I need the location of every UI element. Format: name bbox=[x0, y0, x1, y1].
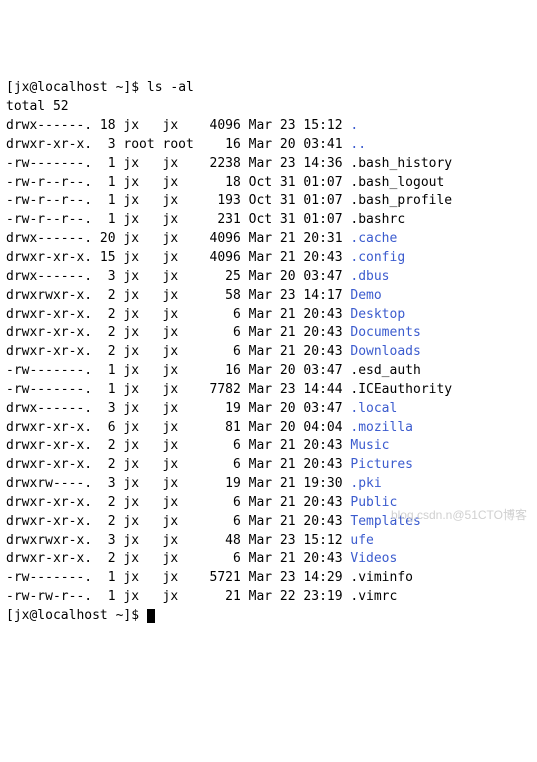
file-name: .bashrc bbox=[350, 212, 405, 227]
file-name: .local bbox=[350, 401, 397, 416]
file-name: .cache bbox=[350, 231, 397, 246]
file-name: .dbus bbox=[350, 269, 389, 284]
list-row: -rw-r--r--. 1 jx jx 231 Oct 31 01:07 .ba… bbox=[6, 212, 405, 227]
list-row: drwxr-xr-x. 2 jx jx 6 Mar 21 20:43 Templ… bbox=[6, 514, 421, 529]
file-name: .vimrc bbox=[350, 589, 397, 604]
file-name: .pki bbox=[350, 476, 381, 491]
typed-command: ls -al bbox=[147, 80, 194, 95]
file-name: .bash_logout bbox=[350, 175, 444, 190]
watermark-text: blog.csdn.n@51CTO博客 bbox=[391, 507, 527, 524]
list-row: drwxr-xr-x. 2 jx jx 6 Mar 21 20:43 Pictu… bbox=[6, 457, 413, 472]
file-name: Videos bbox=[350, 551, 397, 566]
list-row: drwxr-xr-x. 2 jx jx 6 Mar 21 20:43 Deskt… bbox=[6, 307, 405, 322]
file-listing: drwx------. 18 jx jx 4096 Mar 23 15:12 .… bbox=[6, 117, 531, 607]
list-row: drwxr-xr-x. 2 jx jx 6 Mar 21 20:43 Downl… bbox=[6, 344, 421, 359]
file-name: Desktop bbox=[350, 307, 405, 322]
file-name: Downloads bbox=[350, 344, 420, 359]
file-name: . bbox=[350, 118, 358, 133]
list-row: -rw-------. 1 jx jx 7782 Mar 23 14:44 .I… bbox=[6, 382, 452, 397]
file-name: .esd_auth bbox=[350, 363, 420, 378]
total-line: total 52 bbox=[6, 99, 69, 114]
file-name: .config bbox=[350, 250, 405, 265]
file-name: ufe bbox=[350, 533, 373, 548]
shell-prompt: [jx@localhost ~]$ bbox=[6, 80, 139, 95]
file-name: Documents bbox=[350, 325, 420, 340]
list-row: drwxr-xr-x. 15 jx jx 4096 Mar 21 20:43 .… bbox=[6, 250, 405, 265]
file-name: Demo bbox=[350, 288, 381, 303]
list-row: drwx------. 3 jx jx 25 Mar 20 03:47 .dbu… bbox=[6, 269, 390, 284]
file-name: Music bbox=[350, 438, 389, 453]
prompt-line: [jx@localhost ~]$ ls -al bbox=[6, 80, 194, 95]
list-row: drwx------. 20 jx jx 4096 Mar 21 20:31 .… bbox=[6, 231, 397, 246]
list-row: drwxr-xr-x. 2 jx jx 6 Mar 21 20:43 Docum… bbox=[6, 325, 421, 340]
list-row: -rw-------. 1 jx jx 16 Mar 20 03:47 .esd… bbox=[6, 363, 421, 378]
cursor-block bbox=[147, 609, 155, 623]
terminal-output[interactable]: [jx@localhost ~]$ ls -al total 52 drwx--… bbox=[6, 79, 531, 625]
list-row: drwxrwxr-x. 3 jx jx 48 Mar 23 15:12 ufe bbox=[6, 533, 374, 548]
list-row: drwxrw----. 3 jx jx 19 Mar 21 19:30 .pki bbox=[6, 476, 382, 491]
shell-prompt: [jx@localhost ~]$ bbox=[6, 608, 139, 623]
file-name: .bash_history bbox=[350, 156, 452, 171]
list-row: drwxr-xr-x. 2 jx jx 6 Mar 21 20:43 Video… bbox=[6, 551, 397, 566]
file-name: .mozilla bbox=[350, 420, 413, 435]
file-name: .ICEauthority bbox=[350, 382, 452, 397]
list-row: drwx------. 3 jx jx 19 Mar 20 03:47 .loc… bbox=[6, 401, 397, 416]
list-row: drwxr-xr-x. 6 jx jx 81 Mar 20 04:04 .moz… bbox=[6, 420, 413, 435]
file-name: .bash_profile bbox=[350, 193, 452, 208]
list-row: drwxr-xr-x. 2 jx jx 6 Mar 21 20:43 Music bbox=[6, 438, 390, 453]
file-name: .viminfo bbox=[350, 570, 413, 585]
list-row: -rw-------. 1 jx jx 2238 Mar 23 14:36 .b… bbox=[6, 156, 452, 171]
list-row: drwxr-xr-x. 3 root root 16 Mar 20 03:41 … bbox=[6, 137, 366, 152]
prompt-line-2: [jx@localhost ~]$ bbox=[6, 608, 155, 623]
list-row: -rw-r--r--. 1 jx jx 193 Oct 31 01:07 .ba… bbox=[6, 193, 452, 208]
list-row: drwxr-xr-x. 2 jx jx 6 Mar 21 20:43 Publi… bbox=[6, 495, 397, 510]
list-row: drwx------. 18 jx jx 4096 Mar 23 15:12 . bbox=[6, 118, 358, 133]
list-row: drwxrwxr-x. 2 jx jx 58 Mar 23 14:17 Demo bbox=[6, 288, 382, 303]
file-name: .. bbox=[350, 137, 366, 152]
list-row: -rw-------. 1 jx jx 5721 Mar 23 14:29 .v… bbox=[6, 570, 413, 585]
list-row: -rw-rw-r--. 1 jx jx 21 Mar 22 23:19 .vim… bbox=[6, 589, 397, 604]
list-row: -rw-r--r--. 1 jx jx 18 Oct 31 01:07 .bas… bbox=[6, 175, 444, 190]
file-name: Pictures bbox=[350, 457, 413, 472]
